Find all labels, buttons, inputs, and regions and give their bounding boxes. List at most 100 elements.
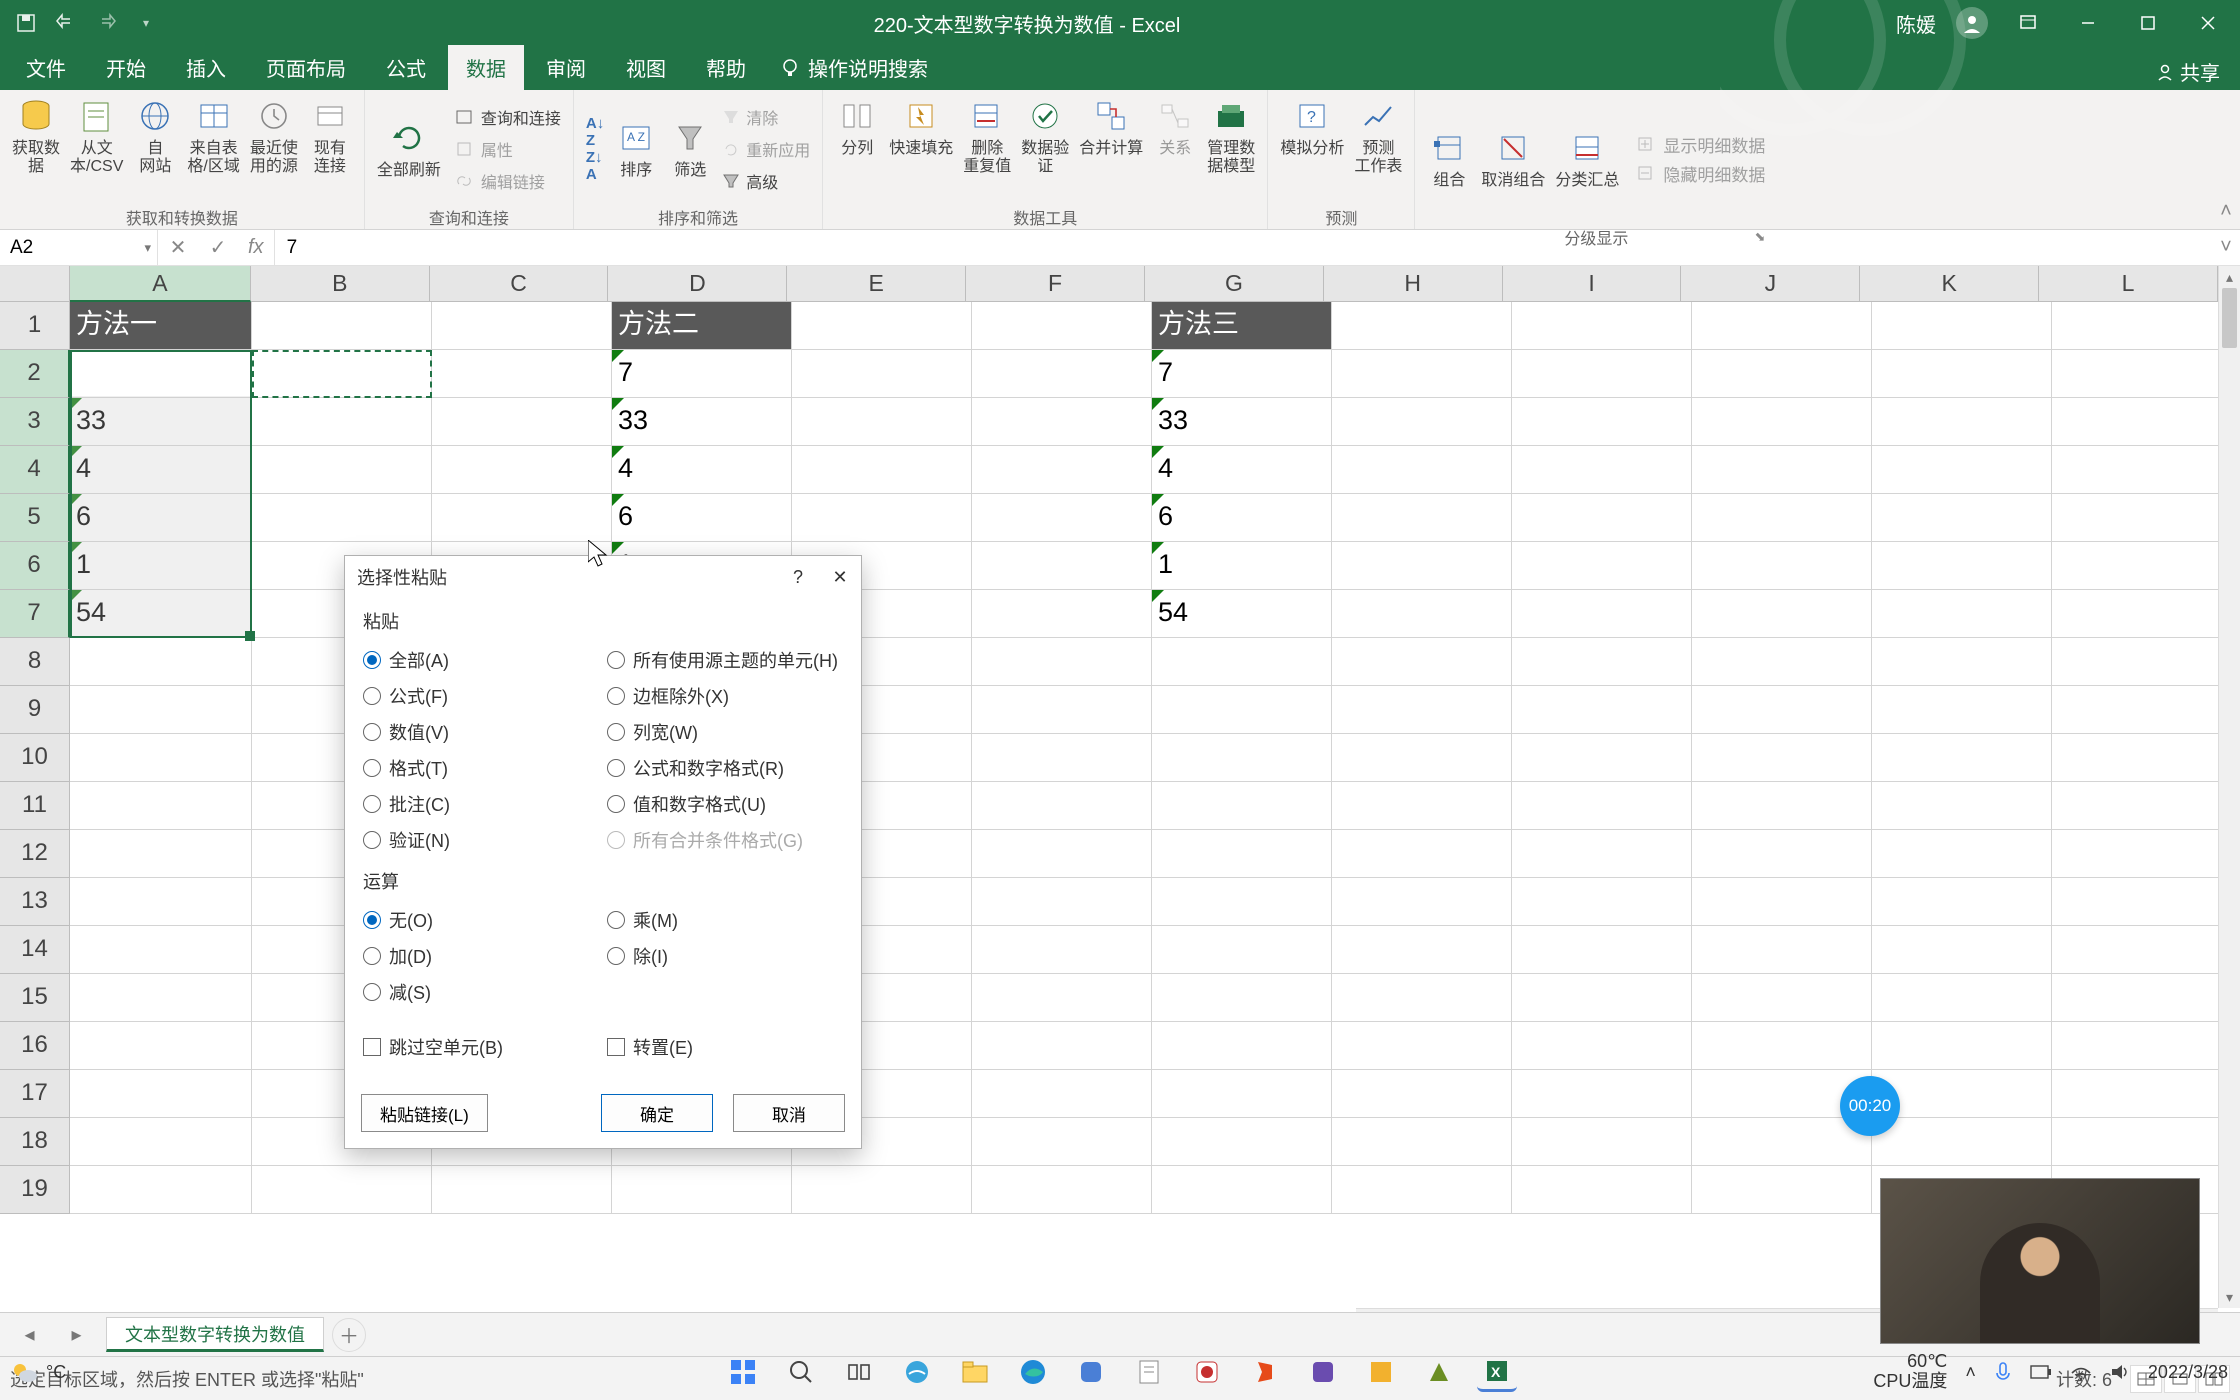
notes-icon[interactable] — [1129, 1352, 1169, 1392]
cell-H17[interactable] — [1332, 1070, 1512, 1118]
filter-button[interactable]: 筛选 — [664, 114, 716, 184]
tab-view[interactable]: 视图 — [608, 45, 684, 90]
from-csv-button[interactable]: 从文 本/CSV — [66, 92, 127, 179]
cell-D19[interactable] — [612, 1166, 792, 1214]
cell-K13[interactable] — [1872, 878, 2052, 926]
task-view-button[interactable] — [839, 1352, 879, 1392]
cell-I7[interactable] — [1512, 590, 1692, 638]
column-header-G[interactable]: G — [1145, 266, 1324, 302]
ribbon-display-icon[interactable] — [2008, 6, 2048, 40]
row-header-10[interactable]: 10 — [0, 734, 70, 782]
get-data-button[interactable]: 获取数 据 — [8, 92, 64, 179]
cell-F11[interactable] — [972, 782, 1152, 830]
cell-F14[interactable] — [972, 926, 1152, 974]
ie-icon[interactable] — [897, 1352, 937, 1392]
cell-L5[interactable] — [2052, 494, 2232, 542]
cell-J3[interactable] — [1692, 398, 1872, 446]
cell-K14[interactable] — [1872, 926, 2052, 974]
what-if-button[interactable]: ?模拟分析 — [1276, 92, 1348, 162]
column-header-H[interactable]: H — [1324, 266, 1503, 302]
cell-G17[interactable] — [1152, 1070, 1332, 1118]
cell-J1[interactable] — [1692, 302, 1872, 350]
vertical-scrollbar[interactable]: ▴ ▾ — [2218, 266, 2240, 1308]
ok-button[interactable]: 确定 — [601, 1094, 713, 1132]
cell-F6[interactable] — [972, 542, 1152, 590]
cell-G19[interactable] — [1152, 1166, 1332, 1214]
cell-K15[interactable] — [1872, 974, 2052, 1022]
cell-J4[interactable] — [1692, 446, 1872, 494]
cell-L15[interactable] — [2052, 974, 2232, 1022]
cell-F13[interactable] — [972, 878, 1152, 926]
cell-F10[interactable] — [972, 734, 1152, 782]
consolidate-button[interactable]: 合并计算 — [1075, 92, 1147, 162]
cell-H8[interactable] — [1332, 638, 1512, 686]
cell-A4[interactable]: 4 — [70, 446, 252, 494]
cell-H6[interactable] — [1332, 542, 1512, 590]
cell-F9[interactable] — [972, 686, 1152, 734]
cell-J11[interactable] — [1692, 782, 1872, 830]
radio-except-borders[interactable]: 边框除外(X) — [607, 678, 843, 714]
dialog-title-bar[interactable]: 选择性粘贴 ? ✕ — [345, 556, 861, 598]
save-icon[interactable] — [14, 11, 38, 35]
row-header-19[interactable]: 19 — [0, 1166, 70, 1214]
select-all-corner[interactable] — [0, 266, 70, 302]
cell-B3[interactable] — [252, 398, 432, 446]
cell-A16[interactable] — [70, 1022, 252, 1070]
sheet-nav-last-icon[interactable]: ▸ — [71, 1322, 81, 1347]
cell-A17[interactable] — [70, 1070, 252, 1118]
cancel-button[interactable]: 取消 — [733, 1094, 845, 1132]
cell-J8[interactable] — [1692, 638, 1872, 686]
tab-layout[interactable]: 页面布局 — [248, 45, 364, 90]
edit-links-button[interactable]: 编辑链接 — [451, 165, 565, 197]
properties-button[interactable]: 属性 — [451, 133, 565, 165]
cell-J16[interactable] — [1692, 1022, 1872, 1070]
cancel-formula-icon[interactable]: ✕ — [158, 235, 198, 260]
relationships-button[interactable]: 关系 — [1149, 92, 1201, 162]
row-header-17[interactable]: 17 — [0, 1070, 70, 1118]
cell-J5[interactable] — [1692, 494, 1872, 542]
cell-J7[interactable] — [1692, 590, 1872, 638]
cell-L9[interactable] — [2052, 686, 2232, 734]
radio-formulas[interactable]: 公式(F) — [363, 678, 599, 714]
clear-filter-button[interactable]: 清除 — [718, 101, 814, 133]
cell-C5[interactable] — [432, 494, 612, 542]
maximize-icon[interactable] — [2128, 6, 2168, 40]
row-header-5[interactable]: 5 — [0, 494, 70, 542]
user-avatar-icon[interactable] — [1956, 7, 1988, 39]
cell-J14[interactable] — [1692, 926, 1872, 974]
cell-A10[interactable] — [70, 734, 252, 782]
cell-C4[interactable] — [432, 446, 612, 494]
cell-I14[interactable] — [1512, 926, 1692, 974]
cell-K18[interactable] — [1872, 1118, 2052, 1166]
cell-J13[interactable] — [1692, 878, 1872, 926]
cell-E5[interactable] — [792, 494, 972, 542]
row-header-14[interactable]: 14 — [0, 926, 70, 974]
cell-L1[interactable] — [2052, 302, 2232, 350]
radio-values[interactable]: 数值(V) — [363, 714, 599, 750]
group-button[interactable]: 组合 — [1423, 124, 1475, 194]
cell-I9[interactable] — [1512, 686, 1692, 734]
subtotal-button[interactable]: 分类汇总 — [1551, 124, 1623, 194]
cell-B4[interactable] — [252, 446, 432, 494]
cell-D2[interactable]: 7 — [612, 350, 792, 398]
recent-sources-button[interactable]: 最近使 用的源 — [246, 92, 302, 179]
office-icon[interactable] — [1245, 1352, 1285, 1392]
cell-A3[interactable]: 33 — [70, 398, 252, 446]
advanced-filter-button[interactable]: 高级 — [718, 165, 814, 197]
column-header-A[interactable]: A — [70, 266, 251, 302]
app-icon-5[interactable] — [1419, 1352, 1459, 1392]
cell-K11[interactable] — [1872, 782, 2052, 830]
from-range-button[interactable]: 来自表 格/区域 — [183, 92, 243, 179]
cell-G7[interactable]: 54 — [1152, 590, 1332, 638]
row-header-1[interactable]: 1 — [0, 302, 70, 350]
existing-conn-button[interactable]: 现有 连接 — [304, 92, 356, 179]
minimize-icon[interactable] — [2068, 6, 2108, 40]
dialog-help-icon[interactable]: ? — [777, 561, 819, 593]
show-detail-button[interactable]: 显示明细数据 — [1633, 130, 1769, 159]
share-button[interactable]: 共享 — [2148, 53, 2228, 90]
app-icon-4[interactable] — [1361, 1352, 1401, 1392]
explorer-icon[interactable] — [955, 1352, 995, 1392]
cell-A9[interactable] — [70, 686, 252, 734]
radio-comments[interactable]: 批注(C) — [363, 786, 599, 822]
radio-none[interactable]: 无(O) — [363, 902, 599, 938]
